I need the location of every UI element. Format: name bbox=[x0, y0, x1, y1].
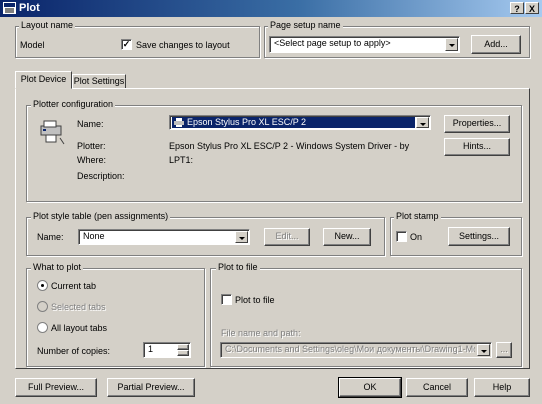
printer-icon bbox=[174, 118, 184, 127]
browse-file-button[interactable]: ... bbox=[496, 342, 512, 358]
all-layout-tabs-radio[interactable] bbox=[37, 322, 48, 333]
cancel-button[interactable]: Cancel bbox=[406, 378, 468, 397]
chevron-down-icon[interactable] bbox=[477, 344, 490, 356]
chevron-down-icon[interactable] bbox=[416, 117, 429, 128]
full-preview-button[interactable]: Full Preview... bbox=[15, 378, 97, 397]
chevron-down-icon[interactable] bbox=[235, 231, 248, 243]
page-setup-select[interactable]: <Select page setup to apply> bbox=[269, 36, 460, 53]
ok-button[interactable]: OK bbox=[338, 377, 402, 398]
plotter-configuration-label: Plotter configuration bbox=[31, 99, 116, 109]
plot-to-file-label[interactable]: Plot to file bbox=[235, 295, 275, 305]
layout-name-group-label: Layout name bbox=[19, 20, 76, 30]
plotter-icon bbox=[40, 120, 65, 145]
description-label: Description: bbox=[77, 171, 125, 181]
partial-preview-button[interactable]: Partial Preview... bbox=[107, 378, 195, 397]
add-page-setup-button[interactable]: Add... bbox=[471, 35, 521, 54]
where-value: LPT1: bbox=[169, 155, 194, 165]
plot-stamp-on-label[interactable]: On bbox=[410, 232, 422, 242]
save-changes-label[interactable]: Save changes to layout bbox=[136, 40, 230, 50]
tab-plot-settings[interactable]: Plot Settings bbox=[72, 74, 126, 89]
file-path-label: File name and path: bbox=[221, 328, 301, 338]
copies-value: 1 bbox=[148, 344, 154, 354]
all-layout-tabs-label[interactable]: All layout tabs bbox=[51, 323, 107, 333]
layout-name-value: Model bbox=[20, 40, 45, 50]
plot-style-select[interactable]: None bbox=[78, 229, 250, 245]
edit-plot-style-button[interactable]: Edit... bbox=[264, 228, 310, 246]
plotter-value: Epson Stylus Pro XL ESC/P 2 - Windows Sy… bbox=[169, 141, 410, 151]
selected-tabs-radio[interactable] bbox=[37, 301, 48, 312]
plotter-name-label: Name: bbox=[77, 119, 104, 129]
selected-tabs-label[interactable]: Selected tabs bbox=[51, 302, 106, 312]
plotter-name-value: Epson Stylus Pro XL ESC/P 2 bbox=[187, 117, 307, 127]
tab-plot-device[interactable]: Plot Device bbox=[15, 71, 72, 89]
plot-style-select-value: None bbox=[83, 231, 105, 241]
copies-down-icon[interactable] bbox=[177, 350, 189, 356]
where-label: Where: bbox=[77, 155, 107, 165]
close-title-button[interactable]: X bbox=[525, 2, 539, 14]
plot-stamp-group-label: Plot stamp bbox=[394, 211, 441, 221]
plot-style-group-label: Plot style table (pen assignments) bbox=[31, 211, 171, 221]
help-title-button[interactable]: ? bbox=[510, 2, 524, 14]
what-to-plot-group-label: What to plot bbox=[31, 262, 84, 272]
copies-label: Number of copies: bbox=[37, 346, 111, 356]
save-changes-checkbox[interactable]: ✓ bbox=[121, 39, 132, 50]
title-bar bbox=[0, 0, 542, 17]
current-tab-label[interactable]: Current tab bbox=[51, 281, 96, 291]
page-setup-select-value: <Select page setup to apply> bbox=[274, 38, 391, 48]
plot-to-file-group-label: Plot to file bbox=[216, 262, 260, 272]
file-path-select[interactable]: C:\Documents and Settings\oleg\Мои докум… bbox=[220, 342, 492, 358]
new-plot-style-button[interactable]: New... bbox=[323, 228, 371, 246]
hints-button[interactable]: Hints... bbox=[444, 138, 510, 156]
plot-to-file-checkbox[interactable] bbox=[221, 294, 232, 305]
window-title: Plot bbox=[19, 2, 40, 14]
chevron-down-icon[interactable] bbox=[445, 38, 458, 51]
plot-stamp-checkbox[interactable] bbox=[396, 231, 407, 242]
plotter-name-select[interactable]: Epson Stylus Pro XL ESC/P 2 bbox=[169, 115, 431, 130]
current-tab-radio[interactable] bbox=[37, 280, 48, 291]
copies-stepper[interactable]: 1 bbox=[143, 342, 191, 358]
app-plot-icon bbox=[3, 2, 16, 14]
plotter-label: Plotter: bbox=[77, 141, 106, 151]
plot-stamp-settings-button[interactable]: Settings... bbox=[448, 227, 510, 246]
page-setup-group-label: Page setup name bbox=[268, 20, 343, 30]
file-path-value: C:\Documents and Settings\oleg\Мои докум… bbox=[225, 344, 475, 354]
properties-button[interactable]: Properties... bbox=[444, 115, 510, 133]
plot-style-name-label: Name: bbox=[37, 232, 64, 242]
help-button[interactable]: Help bbox=[474, 378, 530, 397]
